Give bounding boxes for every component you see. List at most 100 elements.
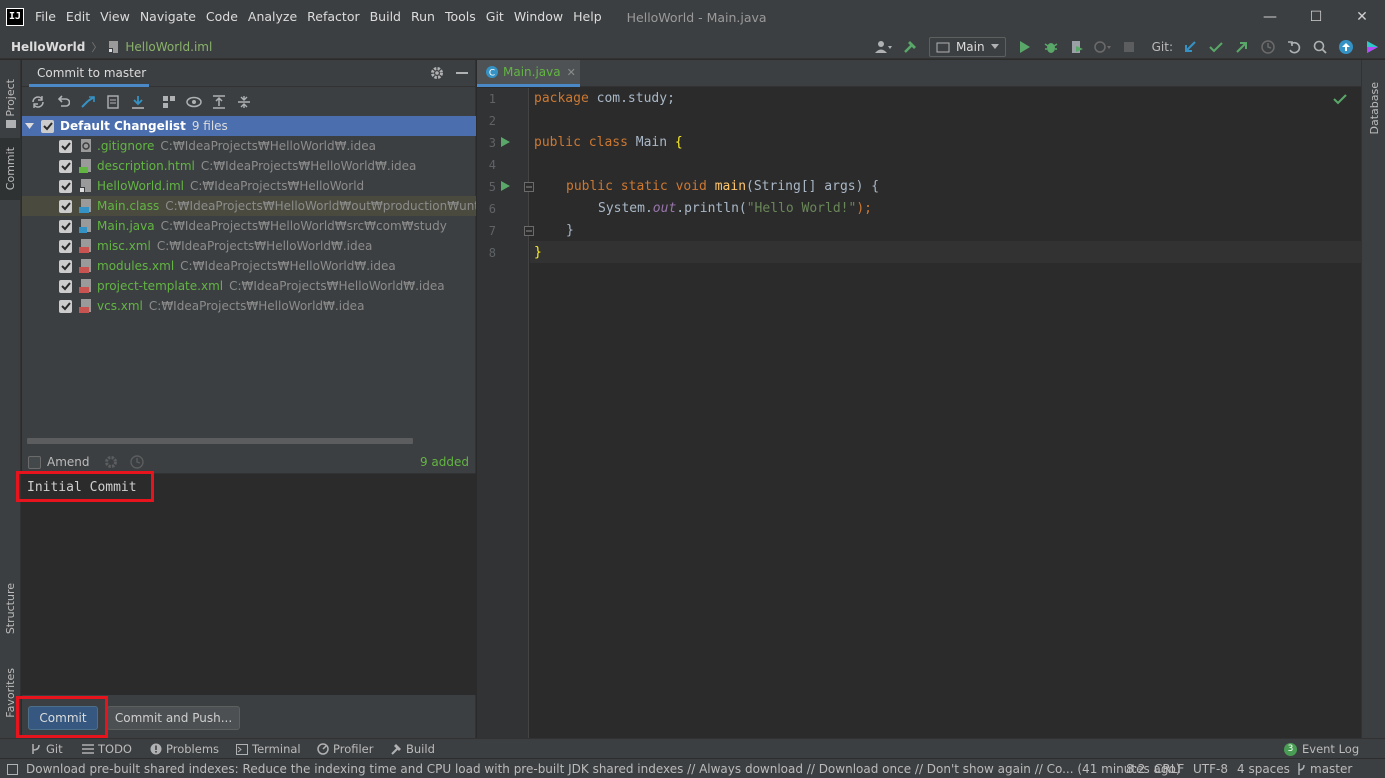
stop-icon[interactable] — [1118, 36, 1140, 58]
rollback-icon[interactable] — [1283, 36, 1305, 58]
changelist-checkbox[interactable] — [41, 119, 54, 133]
file-checkbox[interactable] — [59, 139, 72, 153]
menu-refactor[interactable]: Refactor — [302, 0, 364, 34]
file-checkbox[interactable] — [59, 199, 72, 213]
tool-event-log[interactable]: 3 Event Log — [1284, 739, 1359, 759]
file-row[interactable]: modules.xml C:₩IdeaProjects₩HelloWorld₩.… — [22, 256, 476, 276]
commit-message-area[interactable]: Initial Commit — [16, 471, 476, 695]
amend-label: Amend — [47, 455, 90, 469]
commit-history-clock-icon[interactable] — [129, 455, 144, 469]
changelist-row[interactable]: Default Changelist 9 files — [22, 116, 476, 136]
expand-all-icon[interactable] — [209, 92, 229, 112]
file-row[interactable]: .gitignore C:₩IdeaProjects₩HelloWorld₩.i… — [22, 136, 476, 156]
menu-edit[interactable]: Edit — [61, 0, 95, 34]
minimize-button[interactable]: — — [1247, 0, 1293, 34]
menu-build[interactable]: Build — [365, 0, 406, 34]
refresh-icon[interactable] — [28, 92, 48, 112]
file-row-selected[interactable]: Main.class C:₩IdeaProjects₩HelloWorld₩ou… — [22, 196, 476, 216]
group-by-icon[interactable] — [159, 92, 179, 112]
profile-icon[interactable] — [1092, 36, 1114, 58]
file-checkbox[interactable] — [59, 259, 72, 273]
tab-main-java[interactable]: C Main.java ✕ — [477, 60, 580, 87]
shelve-download-icon[interactable] — [128, 92, 148, 112]
git-commit-check-icon[interactable] — [1205, 36, 1227, 58]
file-row[interactable]: Main.java C:₩IdeaProjects₩HelloWorld₩src… — [22, 216, 476, 236]
tool-tab-commit[interactable]: Commit — [0, 138, 21, 200]
show-diff-icon[interactable] — [78, 92, 98, 112]
file-row[interactable]: description.html C:₩IdeaProjects₩HelloWo… — [22, 156, 476, 176]
changelist-icon[interactable] — [103, 92, 123, 112]
breadcrumb-project[interactable]: HelloWorld — [11, 40, 85, 54]
line-separator[interactable]: CRLF — [1154, 759, 1184, 778]
tool-tab-project[interactable]: Project — [0, 66, 21, 130]
menu-git[interactable]: Git — [481, 0, 509, 34]
build-hammer-icon[interactable] — [899, 36, 921, 58]
fold-icon[interactable] — [524, 226, 534, 236]
menu-view[interactable]: View — [95, 0, 135, 34]
menu-code[interactable]: Code — [201, 0, 243, 34]
menu-navigate[interactable]: Navigate — [135, 0, 201, 34]
git-push-icon[interactable] — [1231, 36, 1253, 58]
coverage-icon[interactable] — [1066, 36, 1088, 58]
fold-icon[interactable] — [524, 182, 534, 192]
tool-tab-database[interactable]: Database — [1362, 68, 1385, 148]
file-checkbox[interactable] — [59, 159, 72, 173]
menu-file[interactable]: File — [30, 0, 61, 34]
run-icon[interactable] — [1014, 36, 1036, 58]
run-gutter-icon[interactable] — [501, 137, 510, 147]
collapse-all-icon[interactable] — [234, 92, 254, 112]
toggle-tool-windows-icon[interactable] — [7, 764, 18, 775]
file-checkbox[interactable] — [59, 219, 72, 233]
eye-icon[interactable] — [184, 92, 204, 112]
menu-help[interactable]: Help — [568, 0, 607, 34]
indent-setting[interactable]: 4 spaces — [1237, 759, 1290, 778]
file-row[interactable]: misc.xml C:₩IdeaProjects₩HelloWorld₩.ide… — [22, 236, 476, 256]
tool-build[interactable]: Build — [390, 739, 435, 759]
toolbox-logo-icon[interactable] — [1361, 36, 1383, 58]
code-editor[interactable]: 1 2 3 4 5 6 7 8 package com.study; publi… — [477, 88, 1361, 738]
run-configuration-select[interactable]: Main — [928, 36, 1006, 57]
horizontal-scrollbar[interactable] — [27, 438, 413, 444]
rollback-icon[interactable] — [53, 92, 73, 112]
gear-icon[interactable] — [430, 66, 444, 80]
ide-update-icon[interactable] — [1335, 36, 1357, 58]
commit-and-push-button[interactable]: Commit and Push... — [107, 706, 240, 730]
code-line-6: System.out.println("Hello World!"); — [598, 201, 872, 216]
file-row[interactable]: HelloWorld.iml C:₩IdeaProjects₩HelloWorl… — [22, 176, 476, 196]
search-icon[interactable] — [1309, 36, 1331, 58]
commit-options-gear-icon[interactable] — [104, 455, 118, 469]
tool-terminal[interactable]: Terminal — [236, 739, 301, 759]
no-problems-check-icon[interactable] — [1333, 93, 1347, 105]
file-checkbox[interactable] — [59, 279, 72, 293]
file-encoding[interactable]: UTF-8 — [1193, 759, 1228, 778]
menu-run[interactable]: Run — [406, 0, 440, 34]
tool-git[interactable]: Git — [30, 739, 63, 759]
file-row[interactable]: vcs.xml C:₩IdeaProjects₩HelloWorld₩.idea — [22, 296, 476, 316]
close-tab-icon[interactable]: ✕ — [567, 66, 576, 79]
file-row[interactable]: project-template.xml C:₩IdeaProjects₩Hel… — [22, 276, 476, 296]
breadcrumb-file[interactable]: HelloWorld.iml — [125, 40, 212, 54]
menu-analyze[interactable]: Analyze — [243, 0, 302, 34]
tool-profiler[interactable]: Profiler — [317, 739, 374, 759]
file-checkbox[interactable] — [59, 239, 72, 253]
debug-bug-icon[interactable] — [1040, 36, 1062, 58]
close-window-button[interactable]: ✕ — [1339, 0, 1385, 34]
file-checkbox[interactable] — [59, 299, 72, 313]
file-checkbox[interactable] — [59, 179, 72, 193]
caret-position[interactable]: 8:2 — [1126, 759, 1145, 778]
tool-problems[interactable]: Problems — [150, 739, 219, 759]
maximize-button[interactable]: ☐ — [1293, 0, 1339, 34]
run-gutter-icon[interactable] — [501, 181, 510, 191]
git-branch-widget[interactable]: master — [1296, 759, 1352, 778]
user-icon[interactable] — [873, 36, 895, 58]
amend-checkbox[interactable] — [28, 455, 41, 469]
git-update-icon[interactable] — [1179, 36, 1201, 58]
minimize-panel-icon[interactable] — [456, 72, 468, 75]
status-message[interactable]: Download pre-built shared indexes: Reduc… — [26, 759, 1181, 778]
tool-todo[interactable]: TODO — [82, 739, 132, 759]
history-clock-icon[interactable] — [1257, 36, 1279, 58]
tool-tab-structure[interactable]: Structure — [0, 574, 21, 644]
menu-window[interactable]: Window — [509, 0, 568, 34]
menu-tools[interactable]: Tools — [440, 0, 481, 34]
commit-tab-title[interactable]: Commit to master — [37, 60, 146, 87]
